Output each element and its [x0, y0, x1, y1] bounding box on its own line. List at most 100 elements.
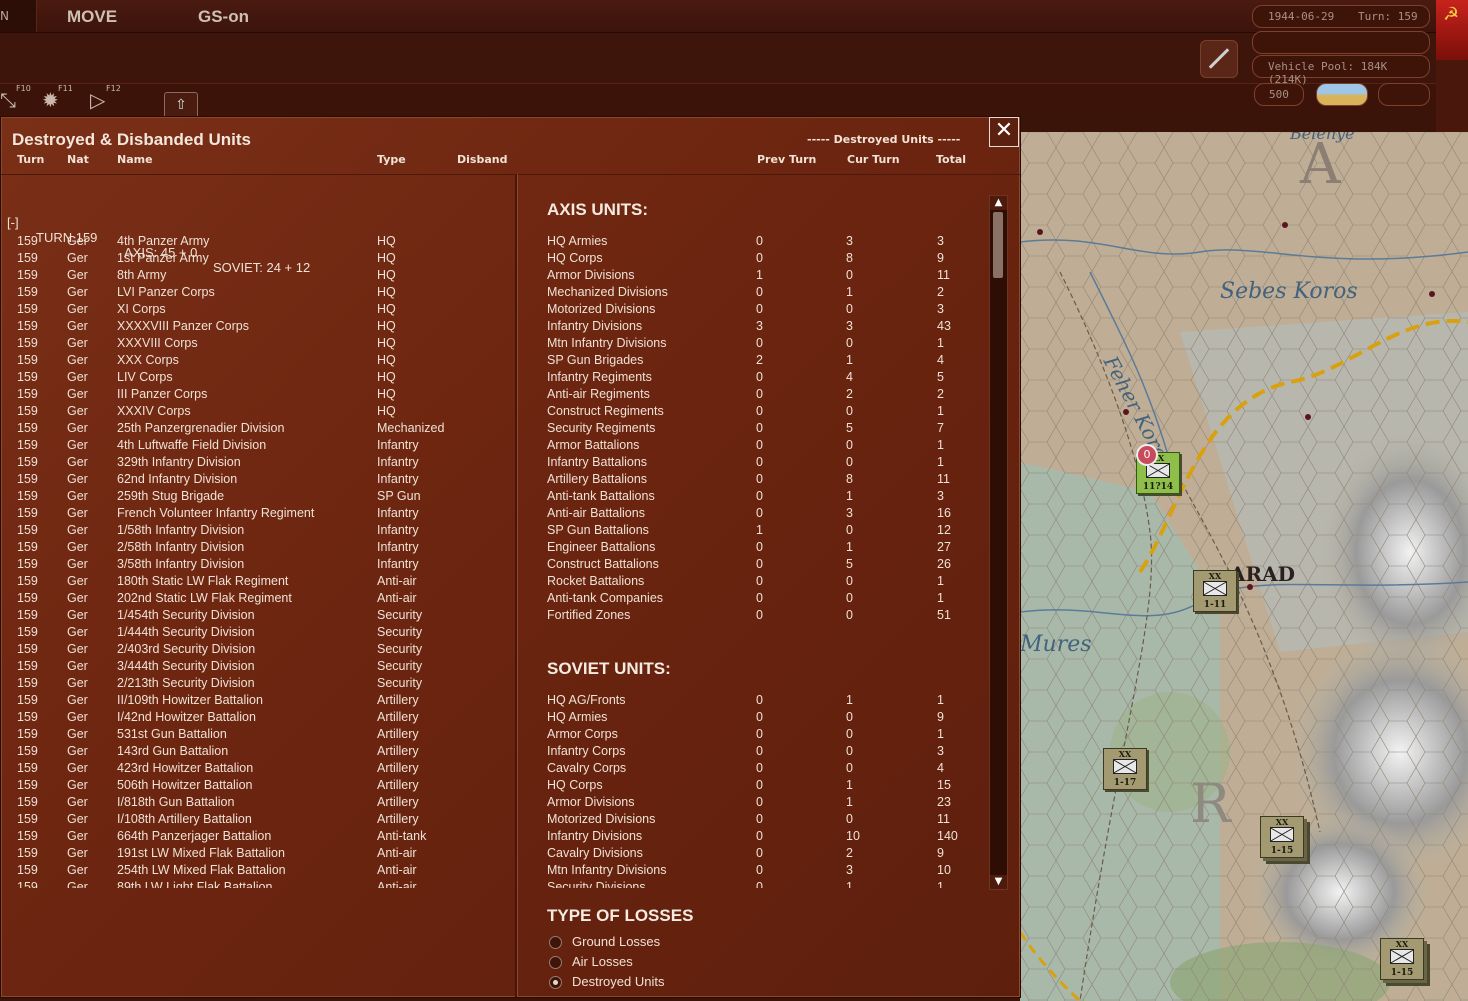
unit-row[interactable]: 159 Ger I/818th Gun Battalion Artillery: [1, 795, 511, 812]
unit-row[interactable]: 159 Ger 259th Stug Brigade SP Gun: [1, 489, 511, 506]
unit-row[interactable]: 159 Ger 4th Panzer Army HQ: [1, 234, 511, 251]
destroyed-units-label[interactable]: Destroyed Units: [572, 974, 664, 989]
unit-up-button[interactable]: ⇧: [164, 92, 198, 119]
unit-row[interactable]: 159 Ger III Panzer Corps HQ: [1, 387, 511, 404]
axis-unit-counter[interactable]: XX 1-11: [1193, 570, 1237, 612]
unit-row[interactable]: 159 Ger 329th Infantry Division Infantry: [1, 455, 511, 472]
f10-command-icon[interactable]: ⤡ F10: [0, 84, 31, 114]
unit-turn: 159: [17, 608, 38, 622]
collapse-toggle[interactable]: [-]: [7, 215, 19, 230]
unit-row[interactable]: 159 Ger 531st Gun Battalion Artillery: [1, 727, 511, 744]
unit-row[interactable]: 159 Ger 25th Panzergrenadier Division Mecha…: [1, 421, 511, 438]
stat-total: 51: [937, 608, 951, 622]
unit-row[interactable]: 159 Ger 180th Static LW Flak Regiment Anti-…: [1, 574, 511, 591]
unit-row[interactable]: 159 Ger 3/58th Infantry Division Infantry: [1, 557, 511, 574]
game-map[interactable]: Sebes Koros Feher Koros ARAD Mures A R B…: [1020, 132, 1468, 1001]
cut-tab-label: N: [0, 9, 9, 23]
unit-row[interactable]: 159 Ger 1/58th Infantry Division Infantry: [1, 523, 511, 540]
unit-row[interactable]: 159 Ger 191st LW Mixed Flak Battalion Anti-…: [1, 846, 511, 863]
scroll-down-icon[interactable]: ▼: [990, 875, 1007, 889]
scroll-up-icon[interactable]: ▲: [990, 196, 1007, 210]
stat-label: Mtn Infantry Divisions: [547, 863, 667, 877]
soviet-stat-row: Cavalry Corps 0 0 4: [541, 761, 981, 778]
unit-type: Anti-air: [377, 880, 417, 888]
axis-unit-stack[interactable]: XX 1-15: [1260, 816, 1304, 858]
loss-statistics-list[interactable]: HQ Armies 0 3 3 HQ Corps 0 8 9 Armor Divisions 1 0…: [541, 234, 987, 888]
f11-explosion-icon[interactable]: ✹ F11: [42, 84, 73, 114]
unit-row[interactable]: 159 Ger XXXXVIII Panzer Corps HQ: [1, 319, 511, 336]
pencil-icon[interactable]: [1200, 40, 1238, 78]
unit-row[interactable]: 159 Ger 89th LW Light Flak Battalion Anti-a…: [1, 880, 511, 888]
scroll-thumb[interactable]: [993, 212, 1003, 278]
unit-row[interactable]: 159 Ger 254th LW Mixed Flak Battalion Anti-…: [1, 863, 511, 880]
unit-row[interactable]: 159 Ger French Volunteer Infantry Regiment…: [1, 506, 511, 523]
unit-row[interactable]: 159 Ger 143rd Gun Battalion Artillery: [1, 744, 511, 761]
air-losses-radio[interactable]: [549, 956, 562, 969]
unit-turn: 159: [17, 268, 38, 282]
destroyed-units-radio[interactable]: [549, 976, 562, 989]
f12-play-icon[interactable]: ▷ F12: [90, 84, 121, 114]
empty-slot-button[interactable]: [1378, 83, 1430, 106]
stat-label: Cavalry Corps: [547, 761, 627, 775]
up-arrow-icon: ⇧: [175, 97, 187, 113]
cut-tab[interactable]: N: [0, 0, 37, 32]
unit-row[interactable]: 159 Ger 62nd Infantry Division Infantry: [1, 472, 511, 489]
unit-row[interactable]: 159 Ger XXX Corps HQ: [1, 353, 511, 370]
unit-nation: Ger: [67, 353, 88, 367]
unit-row[interactable]: 159 Ger I/108th Artillery Battalion Artille…: [1, 812, 511, 829]
unit-row[interactable]: 159 Ger 2/403rd Security Division Security: [1, 642, 511, 659]
unit-turn: 159: [17, 642, 38, 656]
unit-turn: 159: [17, 387, 38, 401]
unit-turn: 159: [17, 455, 38, 469]
ground-losses-radio[interactable]: [549, 936, 562, 949]
unit-type: Artillery: [377, 812, 419, 826]
unit-nation: Ger: [67, 387, 88, 401]
col-turn-header[interactable]: Turn: [17, 153, 44, 166]
ground-losses-label[interactable]: Ground Losses: [572, 934, 660, 949]
stat-total: 15: [937, 778, 951, 792]
stat-total: 27: [937, 540, 951, 554]
unit-nation: Ger: [67, 540, 88, 554]
counter-strength: 1-11: [1203, 600, 1227, 610]
col-type-header[interactable]: Type: [377, 153, 406, 166]
unit-row[interactable]: 159 Ger 3/444th Security Division Security: [1, 659, 511, 676]
unit-row[interactable]: 159 Ger 8th Army HQ: [1, 268, 511, 285]
gs-toggle-button[interactable]: GS-on: [198, 7, 249, 27]
stats-scrollbar[interactable]: ▲ ▼: [989, 195, 1008, 890]
unit-row[interactable]: 159 Ger 664th Panzerjager Battalion Anti-ta…: [1, 829, 511, 846]
stat-total: 2: [937, 387, 944, 401]
unit-row[interactable]: 159 Ger 1/454th Security Division Security: [1, 608, 511, 625]
unit-row[interactable]: 159 Ger 2/213th Security Division Security: [1, 676, 511, 693]
col-name-header[interactable]: Name: [117, 153, 153, 166]
unit-row[interactable]: 159 Ger 202nd Static LW Flak Regiment Anti-…: [1, 591, 511, 608]
stat-prev-turn: 0: [756, 251, 763, 265]
unit-row[interactable]: 159 Ger 2/58th Infantry Division Infantry: [1, 540, 511, 557]
unit-row[interactable]: 159 Ger LIV Corps HQ: [1, 370, 511, 387]
air-losses-label[interactable]: Air Losses: [572, 954, 633, 969]
axis-unit-stack[interactable]: XX 1-15: [1380, 938, 1424, 980]
unit-nation: Ger: [67, 506, 88, 520]
axis-stat-row: Infantry Divisions 3 3 43: [541, 319, 981, 336]
unit-row[interactable]: 159 Ger II/109th Howitzer Battalion Artille…: [1, 693, 511, 710]
move-mode-button[interactable]: MOVE: [67, 7, 117, 27]
unit-row[interactable]: 159 Ger 1/444th Security Division Security: [1, 625, 511, 642]
stat-prev-turn: 0: [756, 234, 763, 248]
unit-row[interactable]: 159 Ger I/42nd Howitzer Battalion Artillery: [1, 710, 511, 727]
unit-type: Artillery: [377, 778, 419, 792]
unit-row[interactable]: 159 Ger LVI Panzer Corps HQ: [1, 285, 511, 302]
col-nat-header[interactable]: Nat: [67, 153, 89, 166]
unit-row[interactable]: 159 Ger XXXVIII Corps HQ: [1, 336, 511, 353]
unit-row[interactable]: 159 Ger XXXIV Corps HQ: [1, 404, 511, 421]
axis-unit-counter[interactable]: XX 1-17: [1103, 748, 1147, 790]
unit-row[interactable]: 159 Ger 1st Panzer Army HQ: [1, 251, 511, 268]
unit-row[interactable]: 159 Ger 423rd Howitzer Battalion Artillery: [1, 761, 511, 778]
unit-nation: Ger: [67, 795, 88, 809]
weather-icon[interactable]: [1316, 83, 1368, 106]
unit-row[interactable]: 159 Ger XI Corps HQ: [1, 302, 511, 319]
col-disband-header[interactable]: Disband: [457, 153, 507, 166]
unit-row[interactable]: 159 Ger 4th Luftwaffe Field Division Infant…: [1, 438, 511, 455]
unit-row[interactable]: 159 Ger 506th Howitzer Battalion Artillery: [1, 778, 511, 795]
destroyed-units-list[interactable]: 159 Ger 4th Panzer Army HQ 159 Ger 1st Panzer …: [1, 234, 513, 888]
unit-turn: 159: [17, 829, 38, 843]
close-button[interactable]: ✕: [989, 117, 1019, 147]
